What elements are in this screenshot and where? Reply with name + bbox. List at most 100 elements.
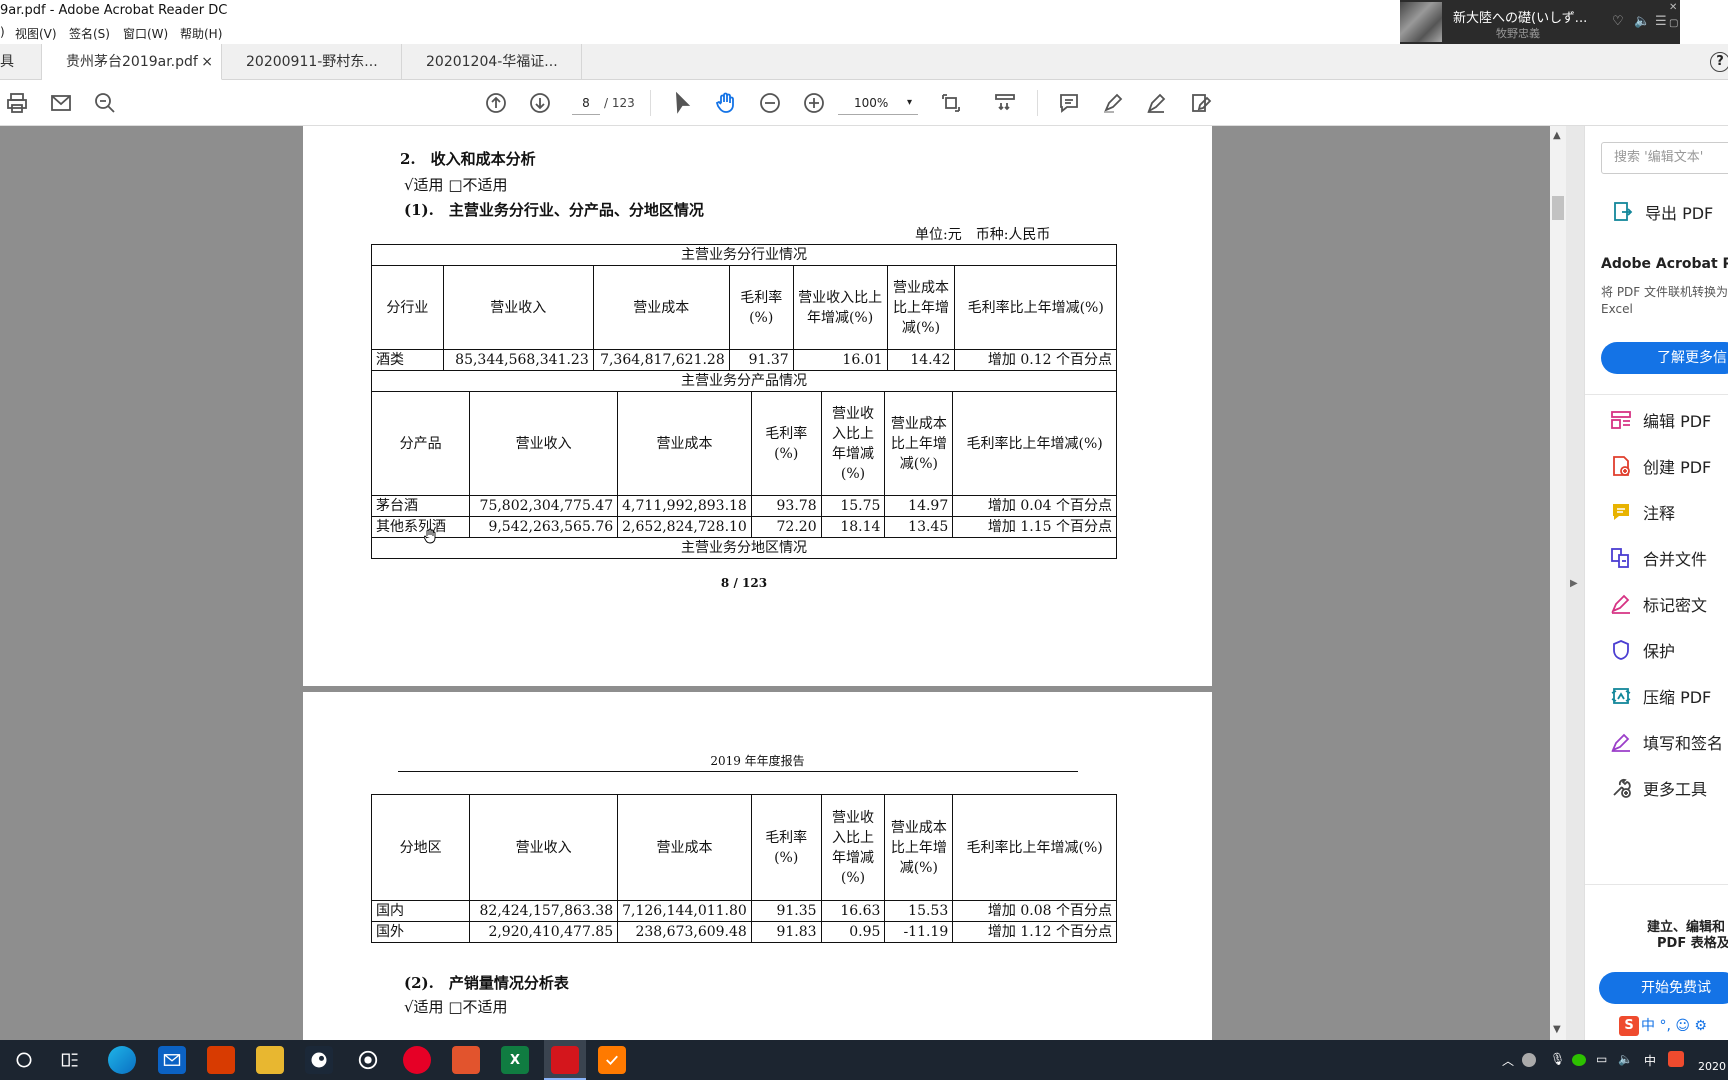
network-icon[interactable]: ▭ — [1596, 1052, 1607, 1066]
table-cell: 238,673,609.48 — [617, 921, 752, 943]
start-trial-button[interactable]: 开始免费试 — [1599, 972, 1728, 1004]
tools-pane: 搜索 '编辑文本' 导出 PDF Adobe Acrobat Pro 将 PDF… — [1584, 126, 1728, 1040]
help-icon[interactable]: ? — [1710, 52, 1728, 72]
previous-page-icon[interactable] — [481, 88, 511, 118]
steam-tray-icon[interactable] — [1522, 1053, 1536, 1067]
like-icon[interactable]: ♡ — [1612, 14, 1624, 29]
tool-label: 合并文件 — [1643, 550, 1708, 569]
comment-icon[interactable] — [1054, 88, 1084, 118]
panel-toggle[interactable]: ▶ — [1566, 126, 1584, 1040]
file-explorer-icon[interactable] — [256, 1046, 284, 1074]
select-cursor-icon[interactable] — [667, 88, 697, 118]
scroll-down-icon[interactable]: ▼ — [1553, 1024, 1561, 1035]
fit-page-icon[interactable] — [936, 88, 966, 118]
toolbar-divider — [650, 90, 651, 116]
table-header: 分产品 — [370, 391, 471, 496]
table-cell: -11.19 — [884, 921, 954, 943]
tool-export-pdf[interactable]: 导出 PDF — [1611, 198, 1713, 226]
hand-tool-icon[interactable] — [711, 88, 741, 118]
playlist-icon[interactable]: ☰ — [1655, 14, 1667, 29]
excel-icon[interactable]: X — [501, 1046, 529, 1074]
document-viewport[interactable]: 2. 收入和成本分析 √适用 □不适用 (1). 主营业务分行业、分产品、分地区… — [0, 126, 1550, 1040]
tool-edit-pdf[interactable]: 编辑 PDF — [1609, 406, 1711, 434]
scroll-mode-icon[interactable] — [990, 88, 1020, 118]
table-row: 国内 82,424,157,863.38 7,126,144,011.80 91… — [370, 900, 1117, 922]
tab-document[interactable]: 20201204-华福证... — [402, 44, 582, 80]
table-row: 其他系列酒 9,542,263,565.76 2,652,824,728.10 … — [370, 516, 1117, 538]
income-table: 主营业务分行业情况 分行业 营业收入 营业成本 毛利率(%) 营业收入比上年增减… — [371, 244, 1117, 371]
email-icon[interactable] — [46, 88, 76, 118]
collapse-panel-icon[interactable]: ▶ — [1570, 578, 1578, 589]
tool-combine-files[interactable]: 合并文件 — [1609, 544, 1707, 572]
todo-icon[interactable] — [598, 1046, 626, 1074]
tool-comment[interactable]: 注释 — [1609, 498, 1675, 526]
print-icon[interactable] — [2, 88, 32, 118]
tab-label: 20201204-华福证... — [426, 54, 558, 70]
task-view-icon[interactable] — [56, 1046, 84, 1074]
table-header: 营业收入比上年增减(%) — [792, 265, 888, 350]
tool-create-pdf[interactable]: 创建 PDF — [1609, 452, 1711, 480]
tool-redact[interactable]: 标记密文 — [1609, 590, 1707, 618]
media-player-widget[interactable]: 新大陸への礎(いしず... 牧野忠義 ♡ 🔈 ☰ ✕ ▢ — [1400, 0, 1680, 44]
sub-heading: (1). 主营业务分行业、分产品、分地区情况 — [404, 201, 704, 219]
learn-more-button[interactable]: 了解更多信 — [1601, 342, 1728, 374]
search-input[interactable]: 搜索 '编辑文本' — [1601, 142, 1728, 174]
wechat-icon[interactable] — [1572, 1054, 1586, 1066]
promo-line: Excel — [1601, 302, 1633, 316]
combine-files-icon — [1609, 546, 1633, 570]
menu-item-view[interactable]: 视图(V) — [15, 25, 57, 42]
table-cell: 增加 1.15 个百分点 — [952, 516, 1117, 538]
clock[interactable]: 2020 — [1698, 1060, 1726, 1073]
sogou-tray-icon[interactable] — [1668, 1051, 1684, 1067]
table-cell: 16.63 — [820, 900, 886, 922]
office-icon[interactable] — [207, 1046, 235, 1074]
ime-toolbar[interactable]: S 中 °, ☺ ⚙ — [1619, 1014, 1728, 1038]
menu-item-sign[interactable]: 签名(S) — [69, 25, 110, 42]
tab-tools[interactable]: 具 — [0, 44, 42, 80]
vertical-scrollbar[interactable]: ▲ ▼ — [1550, 126, 1566, 1040]
cortana-icon[interactable] — [10, 1046, 38, 1074]
scrollbar-thumb[interactable] — [1552, 196, 1564, 220]
fill-sign-icon[interactable] — [1186, 88, 1216, 118]
tool-fill-sign[interactable]: 填写和签名 — [1609, 728, 1723, 756]
page-number-input[interactable]: 8 — [572, 91, 600, 115]
tab-document[interactable]: 20200911-野村东... — [222, 44, 402, 80]
taskbar-active-app[interactable] — [544, 1040, 586, 1080]
tool-label: 注释 — [1643, 504, 1676, 523]
table-cell: 增加 0.08 个百分点 — [952, 900, 1117, 922]
chrome-style-icon[interactable] — [354, 1046, 382, 1074]
volume-icon[interactable]: 🔈 — [1634, 14, 1650, 29]
scroll-up-icon[interactable]: ▲ — [1553, 130, 1561, 141]
ime-indicator[interactable]: 中 — [1644, 1052, 1656, 1069]
steam-icon[interactable] — [305, 1046, 333, 1074]
sign-icon[interactable] — [1142, 88, 1172, 118]
menu-item-help[interactable]: 帮助(H) — [180, 25, 222, 42]
pdf-page-8: 2. 收入和成本分析 √适用 □不适用 (1). 主营业务分行业、分产品、分地区… — [303, 126, 1212, 686]
edge-browser-icon[interactable] — [108, 1046, 136, 1074]
menu-item-window[interactable]: 窗口(W) — [123, 25, 168, 42]
restore-icon[interactable]: ▢ — [1669, 18, 1678, 29]
tray-chevron-icon[interactable]: ︿ — [1502, 1052, 1514, 1069]
table-cell: 0.95 — [820, 921, 886, 943]
table-cell: 91.37 — [728, 349, 794, 371]
unit-note: 单位:元 币种:人民币 — [915, 227, 1051, 243]
zoom-select[interactable]: 100% ▾ — [838, 91, 918, 115]
microphone-icon[interactable]: 🎙 — [1550, 1052, 1565, 1066]
tab-document-active[interactable]: 贵州茅台2019ar.pdf × — [42, 44, 222, 80]
volume-tray-icon[interactable]: 🔈 — [1618, 1052, 1633, 1066]
tool-compress-pdf[interactable]: 压缩 PDF — [1609, 682, 1711, 710]
search-icon[interactable] — [90, 88, 120, 118]
tab-close-icon[interactable]: × — [201, 44, 213, 80]
tool-more-tools[interactable]: 更多工具 — [1609, 774, 1707, 802]
highlight-icon[interactable] — [1098, 88, 1128, 118]
next-page-icon[interactable] — [525, 88, 555, 118]
xmind-icon[interactable] — [452, 1046, 480, 1074]
mail-icon[interactable] — [158, 1046, 186, 1074]
close-icon[interactable]: ✕ — [1669, 2, 1677, 13]
menu-item-edit[interactable]: ) — [0, 25, 5, 39]
netease-music-icon[interactable] — [403, 1046, 431, 1074]
zoom-in-icon[interactable] — [799, 88, 829, 118]
create-pdf-icon — [1609, 454, 1633, 478]
zoom-out-icon[interactable] — [755, 88, 785, 118]
tool-protect[interactable]: 保护 — [1609, 636, 1675, 664]
